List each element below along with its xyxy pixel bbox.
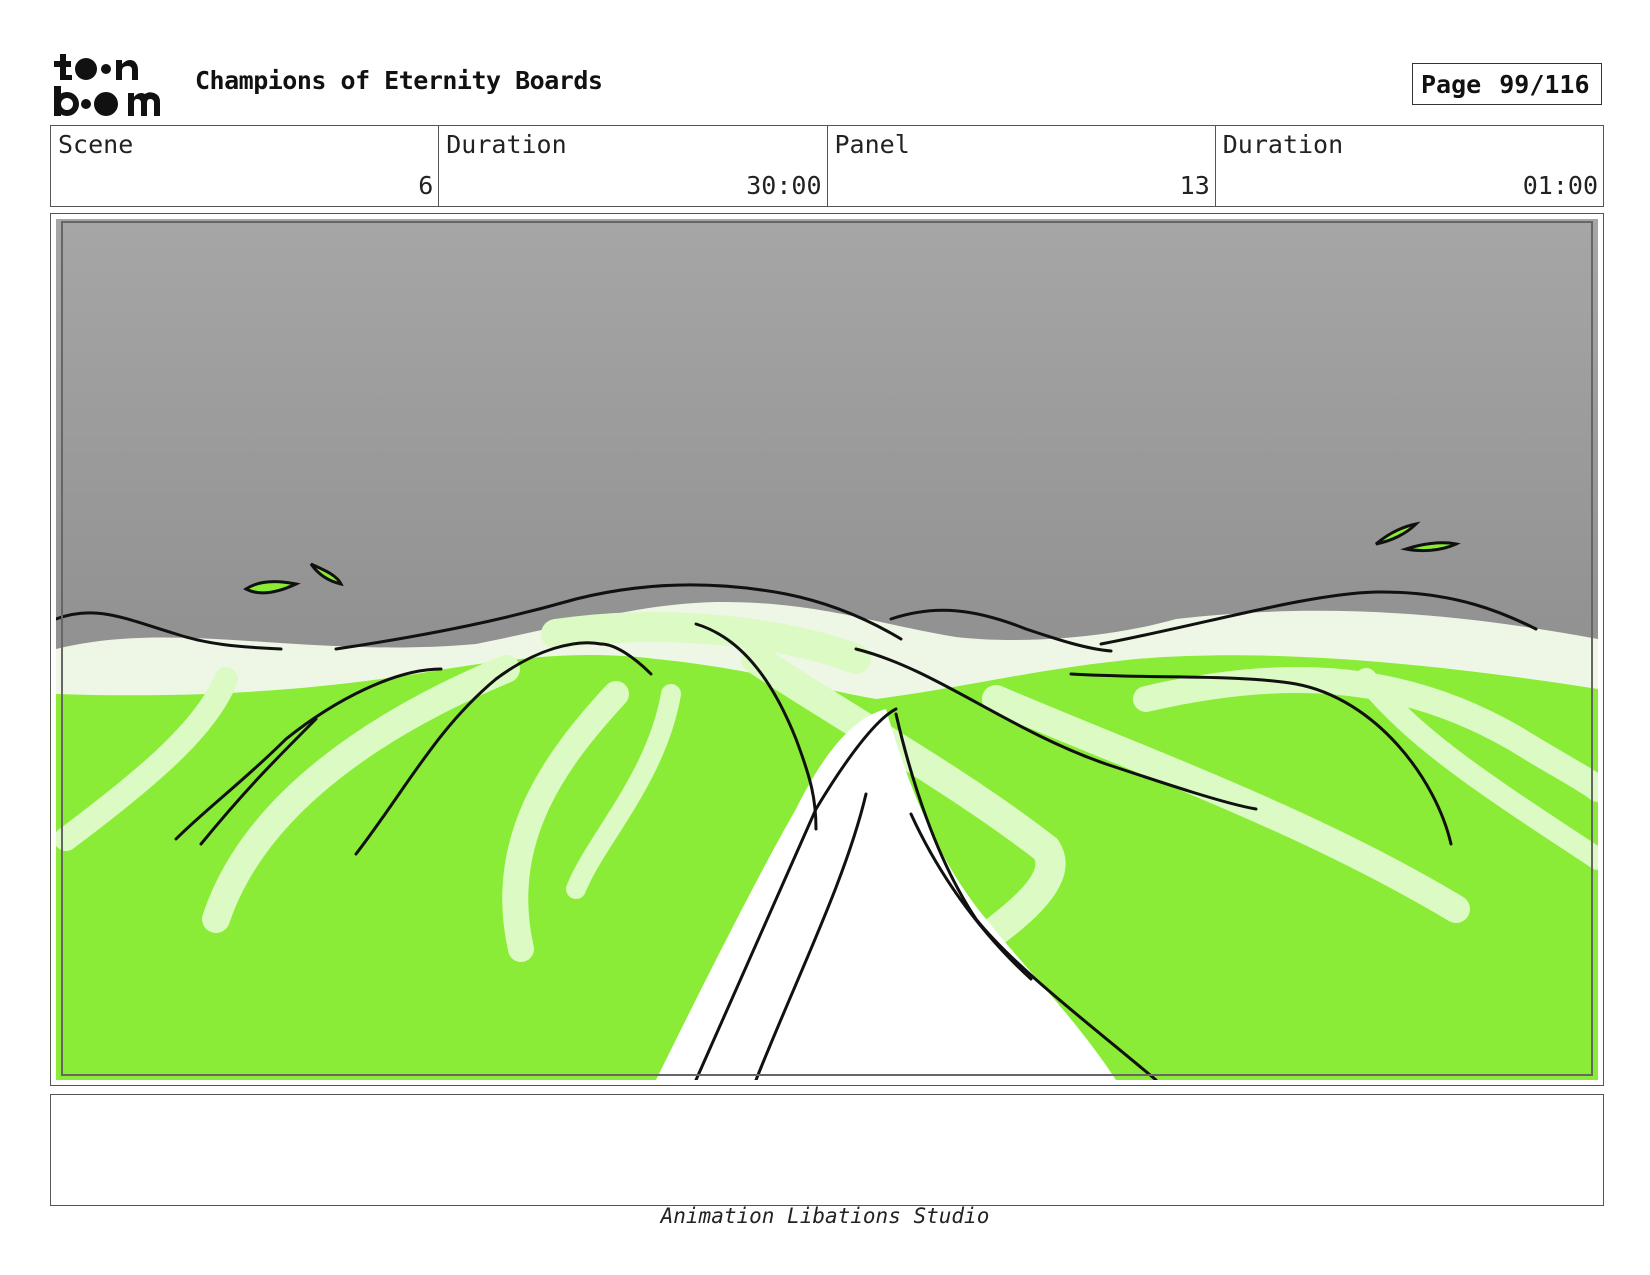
panel-duration-value: 01:00 bbox=[1522, 171, 1598, 200]
scene-value: 6 bbox=[418, 171, 434, 200]
project-title: Champions of Eternity Boards bbox=[195, 66, 603, 95]
panel-label: Panel bbox=[834, 130, 910, 159]
panel-notes-box bbox=[50, 1094, 1604, 1206]
studio-footer: Animation Libations Studio bbox=[660, 1204, 990, 1228]
scene-cell: Scene 6 bbox=[51, 126, 440, 206]
panel-value: 13 bbox=[1179, 171, 1210, 200]
scene-label: Scene bbox=[58, 130, 134, 159]
page-label: Page bbox=[1421, 69, 1482, 99]
storyboard-panel bbox=[50, 213, 1604, 1086]
panel-drawing bbox=[56, 219, 1598, 1080]
toonboom-logo bbox=[54, 54, 160, 116]
scene-duration-label: Duration bbox=[446, 130, 567, 159]
panel-cell: Panel 13 bbox=[828, 126, 1216, 206]
page-indicator: Page 99/116 bbox=[1412, 63, 1602, 105]
panel-duration-label: Duration bbox=[1222, 130, 1344, 159]
scene-duration-value: 30:00 bbox=[746, 171, 822, 200]
page-number: 99/116 bbox=[1499, 69, 1590, 99]
scene-duration-cell: Duration 30:00 bbox=[439, 126, 828, 206]
panel-duration-cell: Duration 01:00 bbox=[1216, 126, 1603, 206]
panel-info-row: Scene 6 Duration 30:00 Panel 13 Duration… bbox=[50, 125, 1604, 207]
